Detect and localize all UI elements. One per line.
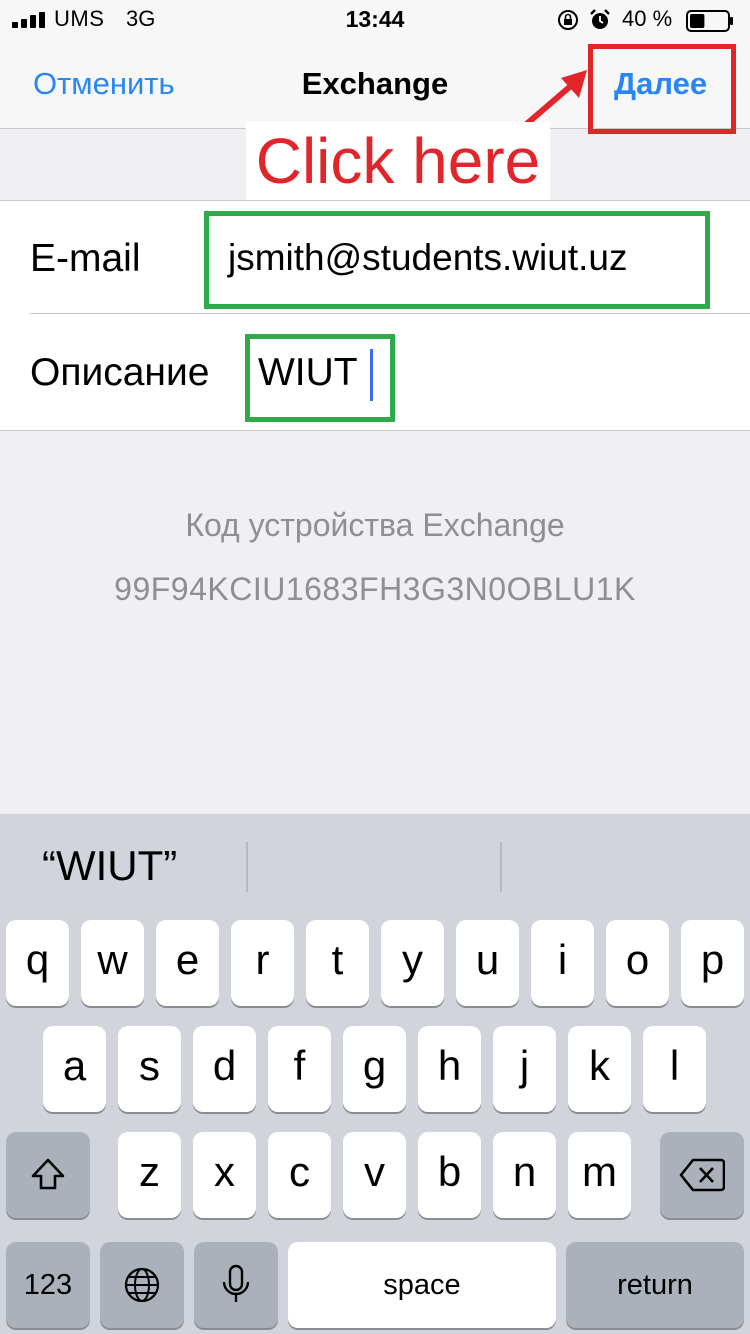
key-g[interactable]: g [343, 1026, 406, 1112]
key-p[interactable]: p [681, 920, 744, 1006]
click-here-annotation: Click here [246, 122, 550, 200]
key-d[interactable]: d [193, 1026, 256, 1112]
key-s[interactable]: s [118, 1026, 181, 1112]
key-label: y [402, 936, 423, 983]
numbers-key-label: 123 [23, 1269, 73, 1301]
key-label: k [589, 1042, 610, 1089]
key-v[interactable]: v [343, 1132, 406, 1218]
key-label: c [289, 1148, 310, 1195]
key-c[interactable]: c [268, 1132, 331, 1218]
key-label: g [362, 1042, 387, 1089]
description-field-highlight [245, 334, 395, 422]
space-key[interactable]: space [288, 1242, 556, 1328]
email-field-highlight [204, 211, 710, 309]
row-divider [30, 313, 750, 314]
key-label: u [475, 936, 500, 983]
key-label: t [331, 936, 344, 983]
key-j[interactable]: j [493, 1026, 556, 1112]
shift-key[interactable] [6, 1132, 90, 1218]
next-button-highlight [588, 44, 736, 134]
key-label: l [669, 1042, 680, 1089]
key-q[interactable]: q [6, 920, 69, 1006]
key-label: n [512, 1148, 537, 1195]
key-label: d [212, 1042, 237, 1089]
backspace-icon [679, 1158, 726, 1192]
key-e[interactable]: e [156, 920, 219, 1006]
key-label: f [293, 1042, 306, 1089]
key-label: m [582, 1148, 617, 1195]
alarm-icon [590, 9, 610, 29]
globe-key[interactable] [100, 1242, 184, 1328]
globe-icon [124, 1267, 160, 1303]
suggestion-divider [500, 842, 502, 892]
key-t[interactable]: t [306, 920, 369, 1006]
device-id-title: Код устройства Exchange [185, 507, 565, 543]
return-key[interactable]: return [566, 1242, 744, 1328]
key-f[interactable]: f [268, 1026, 331, 1112]
key-label: x [214, 1148, 235, 1195]
key-label: z [139, 1148, 160, 1195]
key-b[interactable]: b [418, 1132, 481, 1218]
key-h[interactable]: h [418, 1026, 481, 1112]
dictation-key[interactable] [194, 1242, 278, 1328]
battery-icon [686, 10, 733, 32]
key-label: r [255, 936, 270, 983]
backspace-key[interactable] [660, 1132, 744, 1218]
key-w[interactable]: w [81, 920, 144, 1006]
key-r[interactable]: r [231, 920, 294, 1006]
description-label: Описание [30, 351, 210, 394]
key-label: i [557, 936, 568, 983]
suggestion-divider [246, 842, 248, 892]
key-label: b [437, 1148, 462, 1195]
suggestion-item[interactable]: “WIUT” [42, 842, 177, 890]
key-y[interactable]: y [381, 920, 444, 1006]
numbers-key[interactable]: 123 [6, 1242, 90, 1328]
key-label: a [62, 1042, 87, 1089]
suggestion-bar: “WIUT” [0, 814, 750, 916]
key-label: q [25, 936, 50, 983]
key-label: s [139, 1042, 160, 1089]
email-label: E-mail [30, 237, 141, 280]
key-a[interactable]: a [43, 1026, 106, 1112]
battery-percent: 40 % [622, 6, 673, 31]
device-id-code: 99F94KCIU1683FH3G3N0OBLU1K [114, 571, 636, 607]
account-form: E-mail jsmith@students.wiut.uz Описание … [0, 200, 750, 431]
key-label: e [175, 936, 200, 983]
rotation-lock-icon [558, 10, 578, 30]
key-m[interactable]: m [568, 1132, 631, 1218]
key-label: p [700, 936, 725, 983]
key-z[interactable]: z [118, 1132, 181, 1218]
key-label: v [364, 1148, 385, 1195]
key-label: j [519, 1042, 530, 1089]
key-u[interactable]: u [456, 920, 519, 1006]
key-label: o [625, 936, 650, 983]
key-o[interactable]: o [606, 920, 669, 1006]
return-key-label: return [617, 1269, 693, 1301]
key-i[interactable]: i [531, 920, 594, 1006]
microphone-icon [222, 1264, 250, 1302]
key-k[interactable]: k [568, 1026, 631, 1112]
key-label: h [437, 1042, 462, 1089]
key-n[interactable]: n [493, 1132, 556, 1218]
key-x[interactable]: x [193, 1132, 256, 1218]
keyboard: “WIUT” qwe r t y u i o p a s d f g h j k l z x c v b nm 123 sp… [0, 814, 750, 1334]
space-key-label: space [383, 1269, 461, 1301]
status-bar: UMS 3G 13:44 40 % [0, 0, 750, 40]
key-label: w [97, 936, 128, 983]
key-l[interactable]: l [643, 1026, 706, 1112]
shift-icon [31, 1158, 65, 1190]
